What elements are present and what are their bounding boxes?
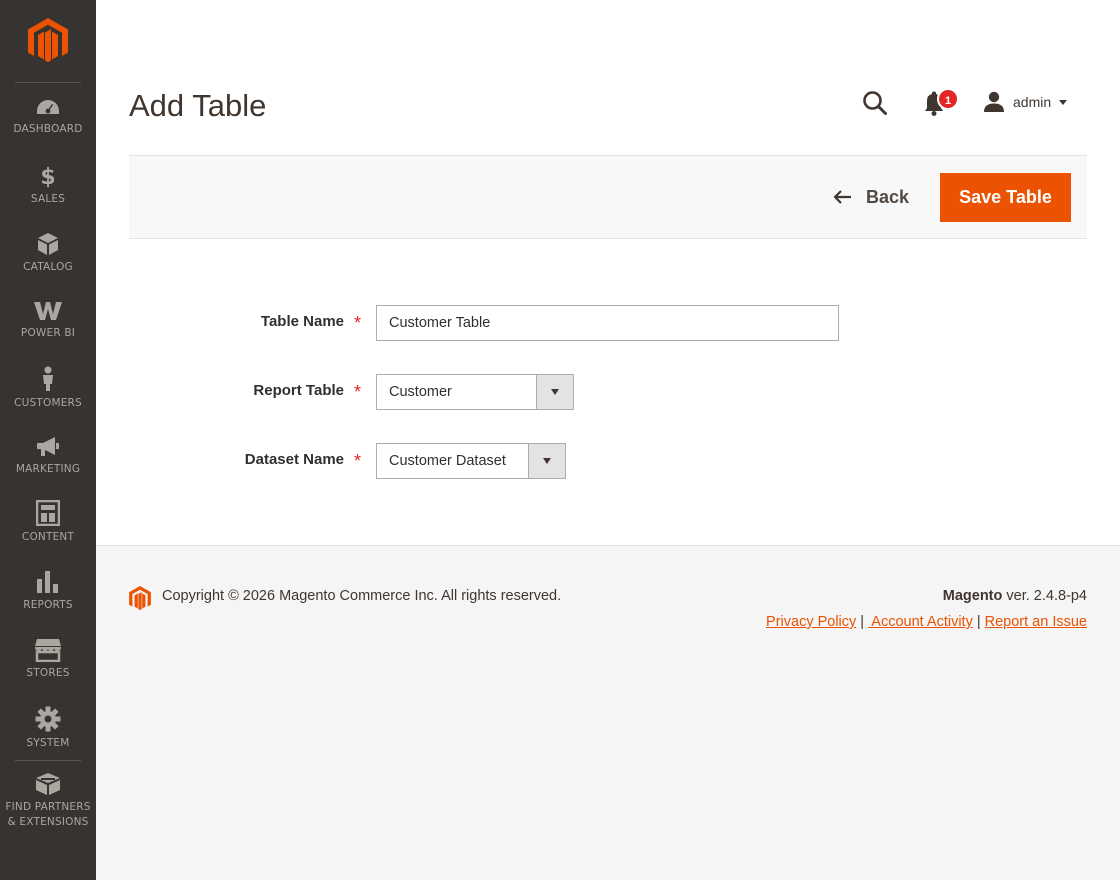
dataset-name-value: Customer Dataset — [389, 453, 506, 469]
page-actions-bar: Back Save Table — [129, 155, 1087, 239]
sidebar-item-sales[interactable]: $ SALES — [0, 164, 96, 232]
dashboard-icon — [37, 100, 59, 114]
user-menu[interactable]: admin — [983, 90, 1068, 114]
sidebar-item-label: CATALOG — [23, 261, 73, 273]
report-table-select[interactable]: Customer — [376, 374, 574, 410]
layout-icon — [36, 500, 60, 526]
dropdown-arrow-icon — [536, 375, 573, 409]
brand-name: Magento — [942, 588, 1003, 604]
sidebar-item-label: CUSTOMERS — [14, 397, 82, 409]
report-issue-link[interactable]: Report an Issue — [985, 614, 1087, 630]
megaphone-icon — [37, 437, 59, 456]
sidebar-item-stores[interactable]: STORES — [0, 638, 96, 706]
powerbi-icon — [34, 302, 62, 320]
admin-sidebar: DASHBOARD $ SALES CATALOG POWER BI CUSTO… — [0, 0, 96, 880]
sidebar-item-powerbi[interactable]: POWER BI — [0, 300, 96, 368]
notification-badge[interactable]: 1 — [937, 88, 959, 110]
sidebar-item-label: SYSTEM — [26, 737, 70, 749]
storefront-icon — [35, 639, 61, 662]
box-icon — [36, 773, 60, 795]
sidebar-item-marketing[interactable]: MARKETING — [0, 436, 96, 504]
report-table-label: Report Table — [253, 382, 344, 399]
sidebar-item-label: MARKETING — [15, 463, 81, 475]
back-button-label: Back — [866, 186, 910, 207]
sidebar-item-dashboard[interactable]: DASHBOARD — [0, 98, 96, 166]
link-separator: | — [860, 614, 865, 630]
sidebar-item-system[interactable]: SYSTEM — [0, 706, 96, 774]
account-activity-link[interactable]: Account Activity — [868, 614, 973, 630]
dropdown-arrow-icon — [528, 444, 565, 478]
cube-icon — [38, 233, 58, 255]
sidebar-item-content[interactable]: CONTENT — [0, 500, 96, 568]
page-footer: Copyright © 2026 Magento Commerce Inc. A… — [96, 545, 1120, 880]
magento-logo — [129, 586, 151, 611]
required-mark: * — [354, 382, 362, 402]
user-icon — [984, 91, 1004, 112]
sidebar-divider — [15, 82, 81, 83]
sidebar-item-label: STORES — [26, 667, 70, 679]
sidebar-item-label: FIND PARTNERS & EXTENSIONS — [5, 801, 91, 828]
main-content: Add Table 1 admin Back Save Table Table … — [96, 0, 1120, 545]
sidebar-item-reports[interactable]: REPORTS — [0, 570, 96, 638]
magento-logo[interactable] — [28, 18, 68, 64]
bar-chart-icon — [37, 571, 58, 593]
arrow-left-icon — [834, 190, 851, 204]
gear-icon — [35, 706, 61, 732]
user-name: admin — [1013, 94, 1052, 110]
dataset-name-select[interactable]: Customer Dataset — [376, 443, 566, 479]
report-table-value: Customer — [389, 384, 452, 400]
person-icon — [43, 366, 53, 391]
sidebar-divider — [15, 760, 81, 761]
sidebar-item-label: REPORTS — [23, 599, 73, 611]
privacy-policy-link[interactable]: Privacy Policy — [766, 614, 856, 630]
required-mark: * — [354, 313, 362, 333]
sidebar-item-customers[interactable]: CUSTOMERS — [0, 366, 96, 434]
sidebar-item-label: CONTENT — [21, 531, 75, 543]
copyright-text: Copyright © 2026 Magento Commerce Inc. A… — [162, 588, 562, 604]
chevron-down-icon — [1059, 99, 1068, 105]
dollar-icon: $ — [40, 165, 55, 188]
table-name-label: Table Name — [260, 313, 344, 330]
sidebar-item-catalog[interactable]: CATALOG — [0, 232, 96, 300]
back-button[interactable]: Back — [834, 183, 909, 211]
search-icon[interactable] — [862, 90, 888, 116]
sidebar-item-label: SALES — [30, 193, 66, 205]
page-title: Add Table — [129, 88, 267, 123]
sidebar-item-label: POWER BI — [20, 327, 76, 339]
required-mark: * — [354, 451, 362, 471]
table-name-input[interactable]: Customer Table — [376, 305, 839, 341]
save-table-button[interactable]: Save Table — [940, 173, 1071, 222]
version-text: ver. 2.4.8-p4 — [1002, 588, 1087, 604]
sidebar-item-label: DASHBOARD — [13, 123, 83, 135]
svg-text:$: $ — [40, 165, 55, 188]
version-info: Magento ver. 2.4.8-p4 — [943, 588, 1087, 604]
dataset-name-label: Dataset Name — [244, 451, 344, 468]
link-separator: | — [976, 614, 981, 630]
footer-links: Privacy Policy | Account Activity | Report … — [766, 614, 1087, 630]
sidebar-item-find-partners[interactable]: FIND PARTNERS & EXTENSIONS — [0, 772, 96, 832]
